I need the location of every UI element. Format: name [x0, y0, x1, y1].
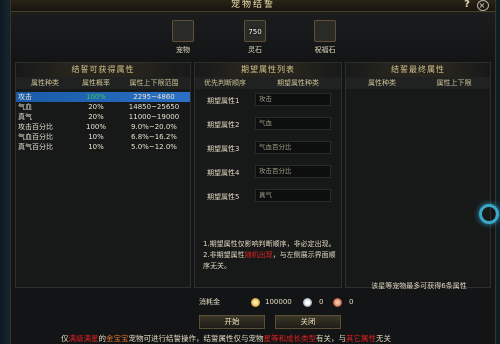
row-rate: 100%	[85, 93, 106, 101]
header-attr-rate: 属性概率	[82, 79, 110, 87]
row-range: 9.0%~20.0%	[131, 123, 177, 131]
row-type: 气血百分比	[18, 133, 53, 141]
row-rate: 20%	[88, 113, 104, 121]
footer-highlight: 满级满星	[68, 334, 99, 343]
start-button[interactable]: 开始	[199, 315, 265, 329]
desired-table-header: 优先判断顺序 期望属性种类	[195, 77, 341, 89]
desired-select[interactable]: 攻击	[255, 93, 331, 106]
table-row[interactable]: 气血百分比 10% 6.8%~16.2%	[16, 132, 190, 142]
bronze-coin-icon	[333, 298, 342, 307]
desired-notes: 1.期望属性仅影响判断顺序，非必定出现。 2.非期望属性随机出现，与左侧展示界面…	[203, 239, 337, 272]
gold-cost: 100000	[265, 298, 292, 306]
header-final-range: 属性上下限	[436, 79, 472, 87]
obtainable-table-header: 属性种类 属性概率 属性上下限范围	[16, 77, 190, 89]
item-slots-area: 宠物 750 灵石 祝福石	[11, 12, 495, 62]
desired-row: 期望属性5 真气	[195, 185, 341, 209]
note-2: 2.非期望属性随机出现，与左侧展示界面顺序无关。	[203, 250, 337, 272]
table-row[interactable]: 气血 20% 14850~25650	[16, 102, 190, 112]
final-attributes-panel: 结誓最终属性 属性种类 属性上下限 该星等宠物最多可获得6条属性	[345, 62, 491, 290]
table-row[interactable]: 攻击 100% 2295~4860	[16, 92, 190, 102]
window-title: 宠物结誓	[230, 0, 275, 10]
row-type: 真气	[18, 113, 32, 121]
side-ring-icon[interactable]	[479, 204, 499, 224]
row-type: 攻击百分比	[18, 123, 53, 131]
close-button[interactable]: 关闭	[275, 315, 341, 329]
footer-text: 仅	[61, 334, 69, 343]
blessing-stone-slot[interactable]: 祝福石	[305, 20, 345, 60]
desired-label: 期望属性1	[207, 97, 240, 105]
help-icon[interactable]: ?	[463, 0, 473, 10]
silver-cost: 0	[319, 298, 324, 306]
row-rate: 100%	[85, 123, 106, 131]
gold-coin-icon	[251, 298, 260, 307]
pet-slot[interactable]: 宠物	[163, 20, 203, 60]
desired-attributes-panel: 期望属性列表 优先判断顺序 期望属性种类 期望属性1 攻击 期望属性2 气血 期…	[194, 62, 342, 288]
table-row[interactable]: 真气 20% 11000~19000	[16, 112, 190, 122]
row-rate: 10%	[88, 143, 104, 151]
pet-oath-window: 宠物结誓 ? × 宠物 750 灵石 祝福石 结誓可获得属性 属性种类 属性概率…	[10, 0, 496, 344]
final-table-header: 属性种类 属性上下限	[346, 77, 490, 89]
silver-coin-icon	[303, 298, 312, 307]
desired-row: 期望属性1 攻击	[195, 89, 341, 113]
header-priority: 优先判断顺序	[204, 79, 246, 87]
panel-title-obtainable: 结誓可获得属性	[16, 63, 190, 77]
max-attributes-note: 该星等宠物最多可获得6条属性	[371, 282, 467, 290]
desired-label: 期望属性4	[207, 169, 240, 177]
row-rate: 10%	[88, 133, 104, 141]
note-1: 1.期望属性仅影响判断顺序，非必定出现。	[203, 240, 336, 248]
spirit-stone-count: 750	[248, 28, 262, 36]
desired-row: 期望属性4 攻击百分比	[195, 161, 341, 185]
pet-icon	[172, 20, 194, 42]
cost-label: 消耗金	[199, 298, 220, 306]
spirit-stone-slot[interactable]: 750 灵石	[235, 20, 275, 60]
desired-label: 期望属性5	[207, 193, 240, 201]
header-final-type: 属性种类	[368, 79, 396, 87]
footer-note: 仅满级满星的金宝宝宠物可进行结誓操作，结誓属性仅与宠物星等和成长类型有关，与其它…	[11, 333, 495, 344]
header-desired-type: 期望属性种类	[277, 79, 319, 87]
panel-title-final: 结誓最终属性	[346, 63, 490, 77]
desired-label: 期望属性2	[207, 121, 240, 129]
desired-row: 期望属性2 气血	[195, 113, 341, 137]
row-type: 气血	[18, 103, 32, 111]
row-type: 真气百分比	[18, 143, 53, 151]
footer-highlight: 其它属性	[346, 334, 376, 343]
panel-title-desired: 期望属性列表	[195, 63, 341, 77]
table-row[interactable]: 攻击百分比 100% 9.0%~20.0%	[16, 122, 190, 132]
desired-select[interactable]: 攻击百分比	[255, 165, 331, 178]
footer-highlight: 星等和成长类型	[263, 334, 317, 343]
close-icon[interactable]: ×	[477, 0, 489, 11]
bronze-cost: 0	[349, 298, 354, 306]
spirit-stone-label: 灵石	[248, 46, 262, 54]
row-range: 2295~4860	[133, 93, 175, 101]
note-2-highlight: 随机出现	[244, 251, 273, 259]
row-range: 11000~19000	[128, 113, 180, 121]
header-attr-range: 属性上下限范围	[129, 79, 179, 87]
row-range: 5.0%~12.0%	[131, 143, 177, 151]
pet-slot-label: 宠物	[176, 46, 190, 54]
row-range: 6.8%~16.2%	[131, 133, 177, 141]
desired-select[interactable]: 气血	[255, 117, 331, 130]
row-range: 14850~25650	[128, 103, 180, 111]
note-2-pre: 2.非期望属性	[203, 251, 245, 259]
blessing-stone-icon	[314, 20, 336, 42]
footer-text: 的	[98, 334, 107, 343]
blessing-stone-label: 祝福石	[314, 46, 336, 54]
spirit-stone-icon: 750	[244, 20, 266, 42]
footer-text: 有关，与	[316, 334, 346, 343]
footer-highlight: 金宝宝	[106, 334, 129, 343]
footer-text: 无关	[376, 334, 391, 343]
window-titlebar: 宠物结誓 ? ×	[11, 0, 495, 12]
desired-select[interactable]: 气血百分比	[255, 141, 331, 154]
desired-label: 期望属性3	[207, 145, 240, 153]
table-row[interactable]: 真气百分比 10% 5.0%~12.0%	[16, 142, 190, 152]
footer-text: 宠物可进行结誓操作，结誓属性仅与宠物	[128, 334, 264, 343]
row-rate: 20%	[88, 103, 104, 111]
obtainable-attributes-panel: 结誓可获得属性 属性种类 属性概率 属性上下限范围 攻击 100% 2295~4…	[15, 62, 191, 288]
desired-select[interactable]: 真气	[255, 189, 331, 202]
row-type: 攻击	[18, 93, 32, 101]
desired-row: 期望属性3 气血百分比	[195, 137, 341, 161]
header-attr-type: 属性种类	[31, 79, 59, 87]
